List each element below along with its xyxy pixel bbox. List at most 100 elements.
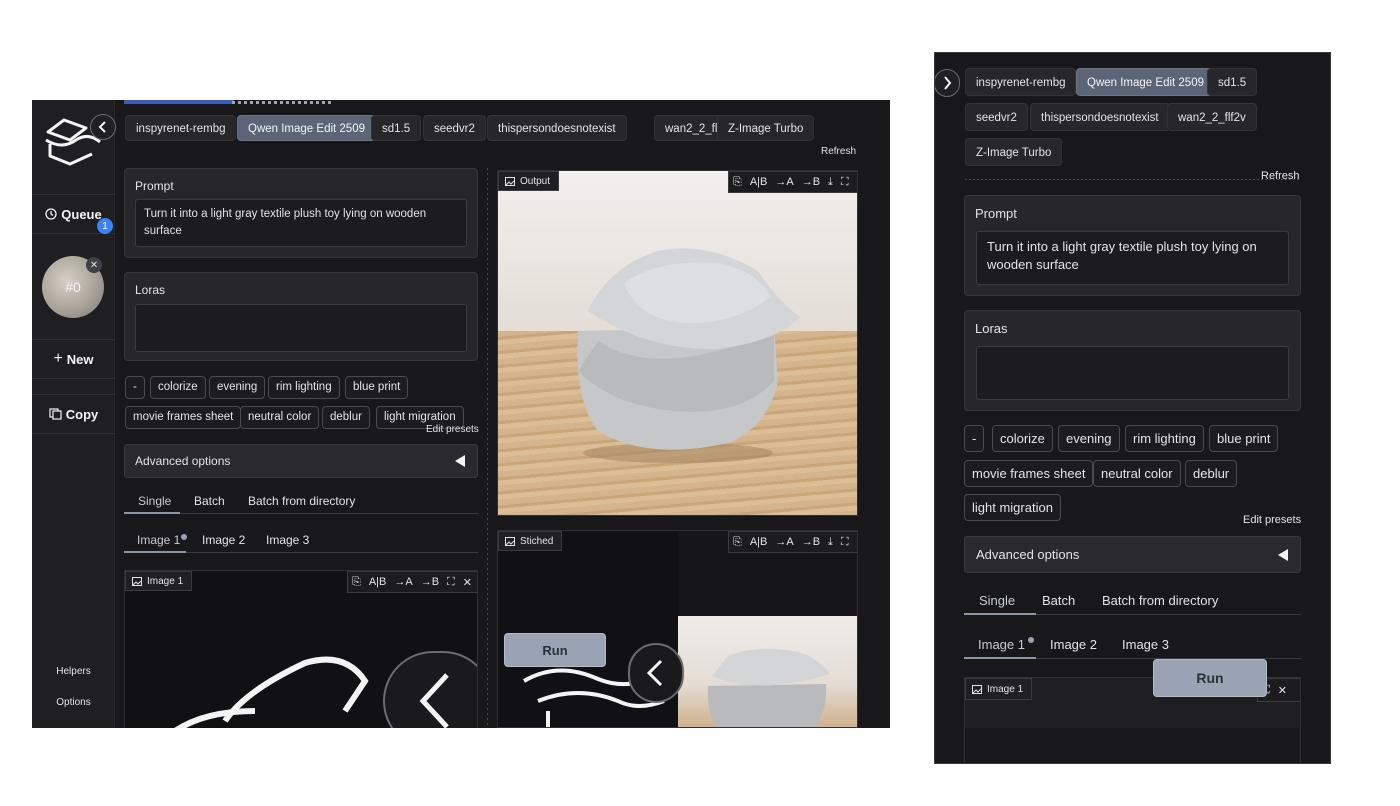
output-image[interactable]: Output ⎘ A|B →A →B ⤓ ⛶ — [497, 170, 858, 516]
copy-label: Copy — [65, 406, 99, 422]
expand-sidebar-button[interactable] — [935, 69, 960, 97]
close-icon[interactable]: ✕ — [459, 576, 476, 589]
tab-image-1[interactable]: Image 1 — [978, 637, 1025, 652]
copy-button[interactable]: Copy — [32, 394, 115, 434]
send-to-a-button[interactable]: →A — [390, 576, 416, 588]
preset-chip[interactable]: deblur — [322, 406, 370, 429]
model-tab-qwen-image-edit[interactable]: Qwen Image Edit 2509 — [237, 115, 376, 141]
prompt-label: Prompt — [135, 179, 174, 193]
preset-chip[interactable]: blue print — [345, 376, 409, 399]
tab-image-2[interactable]: Image 2 — [1050, 637, 1097, 652]
edit-presets-link[interactable]: Edit presets — [426, 424, 479, 435]
translate-icon[interactable]: ⎘ — [729, 536, 746, 549]
tabs-divider — [965, 179, 1301, 180]
fullscreen-icon[interactable]: ⛶ — [837, 536, 853, 549]
preset-chip[interactable]: rim lighting — [1125, 425, 1204, 452]
preset-chip[interactable]: evening — [209, 376, 266, 399]
stiched-toolbar: ⎘ A|B →A →B ⤓ ⛶ — [728, 531, 857, 553]
preset-chip[interactable]: movie frames sheet — [125, 406, 242, 429]
model-tab-wan2[interactable]: wan2_2_flf2v — [1167, 103, 1257, 131]
send-to-a-button[interactable]: →A — [771, 536, 797, 548]
tab-image-3[interactable]: Image 3 — [1122, 637, 1169, 652]
output-toolbar: ⎘ A|B →A →B ⤓ ⛶ — [728, 171, 857, 193]
model-tab-seedvr2[interactable]: seedvr2 — [423, 115, 486, 141]
clock-icon — [45, 208, 57, 220]
model-tab-thispersondoesnotexist[interactable]: thispersondoesnotexist — [1030, 103, 1170, 131]
preset-chip[interactable]: neutral color — [240, 406, 320, 429]
loras-input[interactable] — [135, 304, 467, 352]
preset-chip[interactable]: deblur — [1185, 460, 1238, 487]
run-button[interactable]: Run — [504, 633, 606, 667]
tab-indicator — [124, 512, 180, 514]
collapse-sidebar-button[interactable] — [90, 114, 116, 140]
nav-circle-button[interactable] — [628, 643, 684, 703]
column-divider — [487, 168, 488, 728]
compare-ab-button[interactable]: A|B — [746, 536, 772, 548]
compare-ab-button[interactable]: A|B — [365, 576, 391, 588]
tab-batch[interactable]: Batch — [194, 494, 225, 508]
stiched-image[interactable]: Stiched ⎘ A|B →A →B ⤓ ⛶ — [497, 530, 858, 728]
send-to-b-button[interactable]: →B — [798, 176, 824, 188]
stiched-tag: Stiched — [498, 531, 563, 551]
tab-image-3[interactable]: Image 3 — [266, 533, 309, 547]
send-to-b-button[interactable]: →B — [798, 536, 824, 548]
preset-chip[interactable]: colorize — [992, 425, 1053, 452]
new-button[interactable]: + New — [32, 339, 115, 379]
preset-chip[interactable]: neutral color — [1093, 460, 1181, 487]
download-icon[interactable]: ⤓ — [824, 536, 837, 549]
prompt-input[interactable]: Turn it into a light gray textile plush … — [976, 231, 1289, 285]
preset-chip[interactable]: evening — [1058, 425, 1120, 452]
model-tab-qwen-image-edit[interactable]: Qwen Image Edit 2509 — [1076, 68, 1215, 96]
chevron-right-icon — [944, 76, 952, 90]
preset-chip[interactable]: - — [125, 376, 145, 399]
preset-chip[interactable]: blue print — [1209, 425, 1279, 452]
model-tab-seedvr2[interactable]: seedvr2 — [965, 103, 1028, 131]
model-tab-inspyrenet-rembg[interactable]: inspyrenet-rembg — [125, 115, 237, 141]
tab-batch[interactable]: Batch — [1042, 593, 1075, 608]
model-tab-z-image-turbo[interactable]: Z-Image Turbo — [965, 138, 1063, 166]
translate-icon[interactable]: ⎘ — [729, 176, 746, 189]
tab-batch-from-directory[interactable]: Batch from directory — [1102, 593, 1218, 608]
tab-single[interactable]: Single — [979, 593, 1015, 608]
run-button[interactable]: Run — [1153, 659, 1267, 697]
model-tab-inspyrenet-rembg[interactable]: inspyrenet-rembg — [965, 68, 1077, 96]
advanced-options-label: Advanced options — [976, 547, 1080, 562]
helpers-button[interactable]: Helpers — [32, 666, 115, 677]
send-to-b-button[interactable]: →B — [417, 576, 443, 588]
tab-single[interactable]: Single — [138, 494, 171, 508]
preset-chip[interactable]: rim lighting — [268, 376, 340, 399]
refresh-link[interactable]: Refresh — [1261, 170, 1300, 182]
options-button[interactable]: Options — [32, 697, 115, 708]
advanced-options-accordion[interactable]: Advanced options — [124, 444, 478, 478]
image-icon — [505, 536, 515, 546]
fullscreen-icon[interactable]: ⛶ — [837, 176, 853, 189]
preset-chip[interactable]: light migration — [964, 494, 1061, 521]
compare-ab-button[interactable]: A|B — [746, 176, 772, 188]
image-1-canvas[interactable]: Image 1 ⎘ A|B →A →B ⛶ ✕ — [124, 570, 478, 728]
translate-icon[interactable]: ⎘ — [348, 576, 365, 589]
loras-input[interactable] — [976, 346, 1289, 400]
close-icon[interactable]: ✕ — [86, 257, 102, 273]
preset-chip[interactable]: colorize — [150, 376, 206, 399]
download-icon[interactable]: ⤓ — [824, 176, 837, 189]
tab-batch-from-directory[interactable]: Batch from directory — [248, 494, 355, 508]
prompt-panel: Prompt Turn it into a light gray textile… — [124, 168, 478, 258]
tab-image-2[interactable]: Image 2 — [202, 533, 245, 547]
advanced-options-accordion[interactable]: Advanced options — [964, 536, 1301, 573]
fullscreen-icon[interactable]: ⛶ — [443, 576, 459, 589]
close-icon[interactable]: ✕ — [1274, 684, 1291, 697]
triangle-left-icon — [1278, 548, 1288, 561]
model-tab-thispersondoesnotexist[interactable]: thispersondoesnotexist — [487, 115, 627, 141]
refresh-link[interactable]: Refresh — [821, 146, 856, 157]
tab-image-1[interactable]: Image 1 — [137, 533, 180, 547]
prompt-input[interactable]: Turn it into a light gray textile plush … — [135, 199, 467, 247]
send-to-a-button[interactable]: →A — [771, 176, 797, 188]
edit-presets-link[interactable]: Edit presets — [1243, 514, 1301, 526]
prompt-panel: Prompt Turn it into a light gray textile… — [964, 195, 1301, 296]
preset-chip[interactable]: - — [964, 425, 985, 452]
model-tab-sd15[interactable]: sd1.5 — [371, 115, 422, 141]
image-1-tag: Image 1 — [965, 678, 1033, 700]
model-tab-sd15[interactable]: sd1.5 — [1207, 68, 1258, 96]
model-tab-z-image-turbo[interactable]: Z-Image Turbo — [717, 115, 815, 141]
preset-chip[interactable]: movie frames sheet — [964, 460, 1094, 487]
